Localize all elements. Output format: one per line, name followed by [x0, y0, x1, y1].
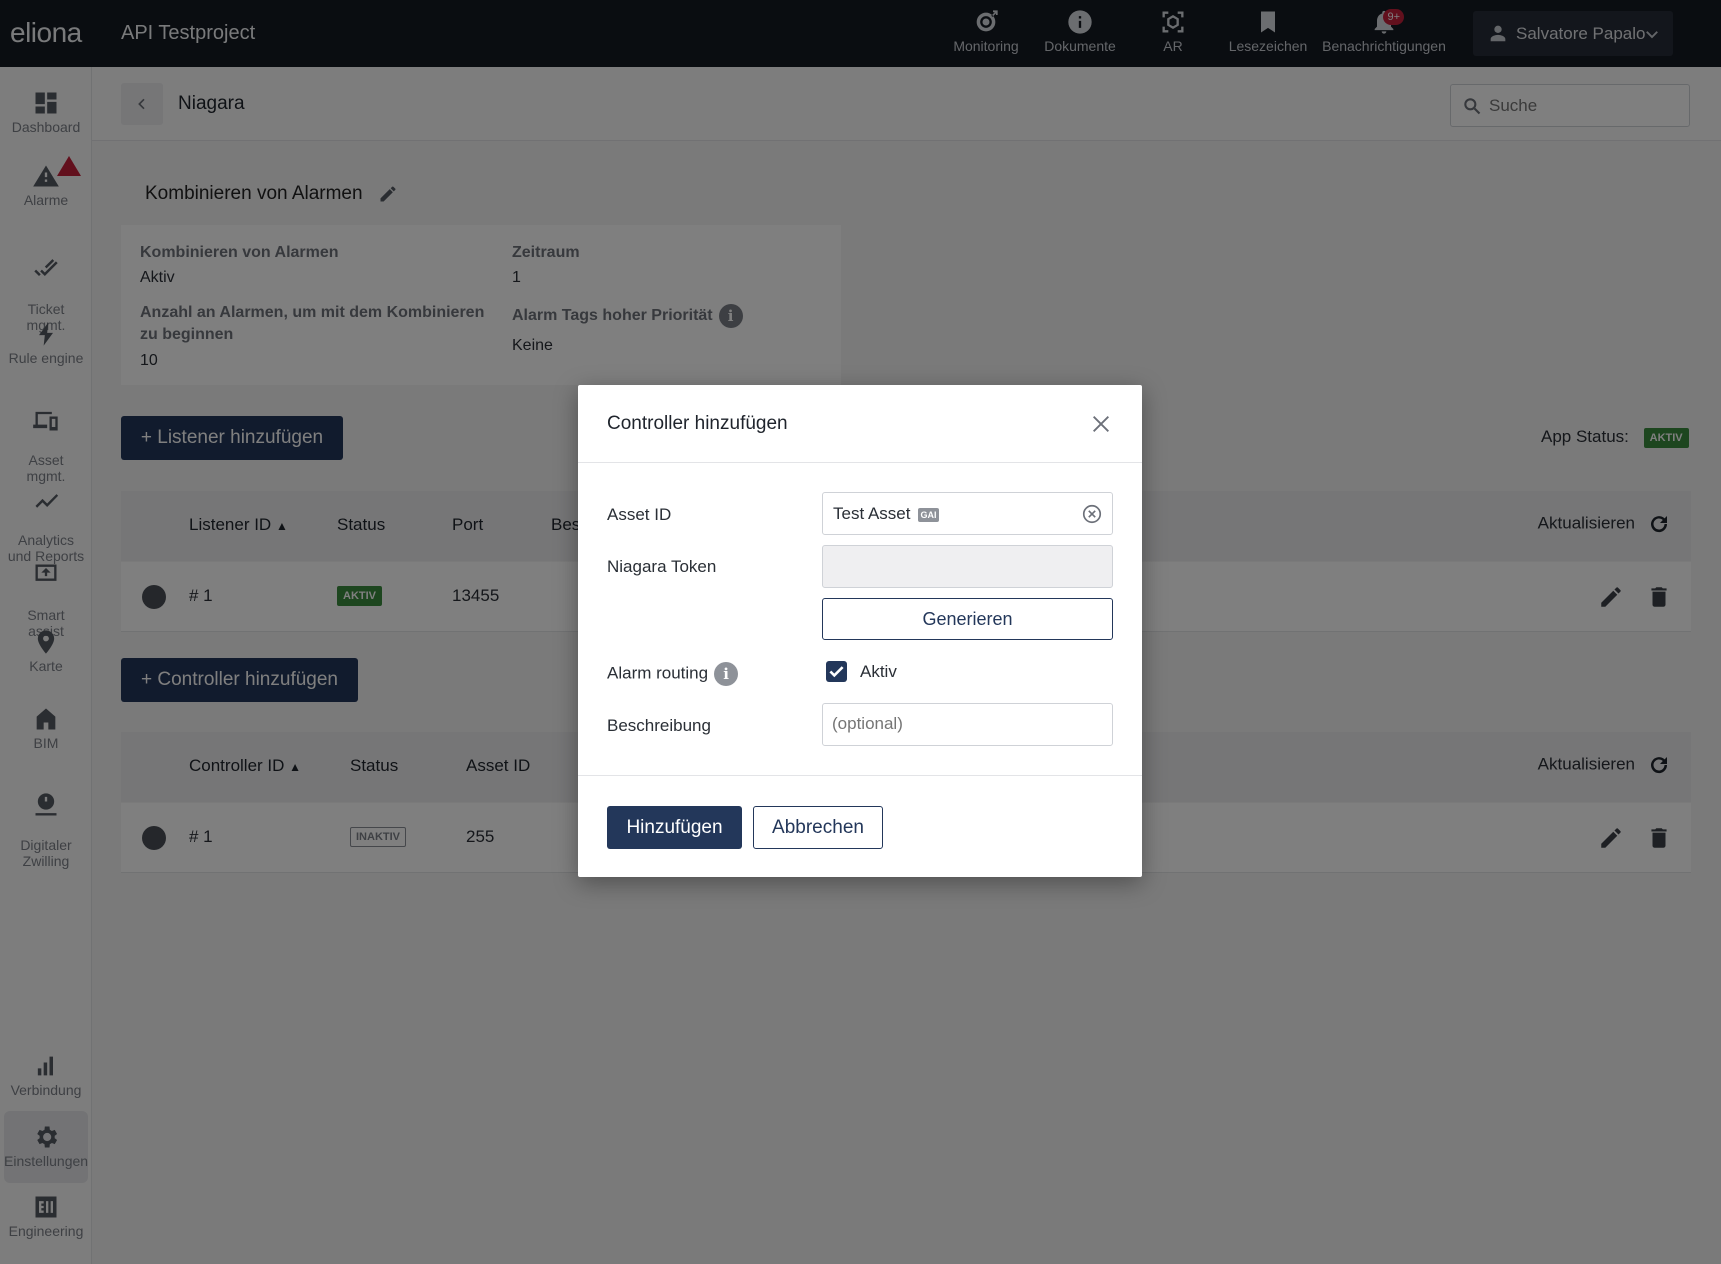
asset-id-label: Asset ID	[607, 505, 672, 524]
check-icon	[829, 666, 844, 678]
add-button[interactable]: Hinzufügen	[607, 806, 742, 849]
asset-name: Test Asset	[833, 504, 911, 523]
close-icon[interactable]	[1090, 413, 1112, 435]
description-label: Beschreibung	[607, 716, 711, 735]
niagara-token-label: Niagara Token	[607, 557, 717, 576]
alarm-routing-checkbox-label[interactable]: Aktiv	[860, 662, 897, 682]
clear-icon[interactable]	[1081, 503, 1103, 525]
add-controller-dialog: Controller hinzufügen Asset ID Test Asse…	[578, 385, 1142, 877]
alarm-routing-label: Alarm routing	[607, 663, 709, 683]
asset-tag: GAI	[918, 507, 939, 522]
generate-button[interactable]: Generieren	[822, 598, 1113, 640]
divider	[578, 775, 1142, 776]
description-input[interactable]	[832, 714, 1102, 734]
asset-id-field[interactable]: Test Asset GAI	[822, 492, 1113, 535]
niagara-token-field	[822, 545, 1113, 588]
asset-value: Test Asset GAI	[833, 504, 939, 524]
alarm-routing-checkbox[interactable]	[826, 661, 847, 682]
info-icon[interactable]: i	[714, 662, 739, 686]
divider	[578, 462, 1142, 463]
cancel-button[interactable]: Abbrechen	[753, 806, 883, 849]
description-field[interactable]	[822, 703, 1113, 746]
dialog-title: Controller hinzufügen	[607, 413, 788, 434]
alarm-routing-label-row: Alarm routing i	[607, 662, 739, 686]
